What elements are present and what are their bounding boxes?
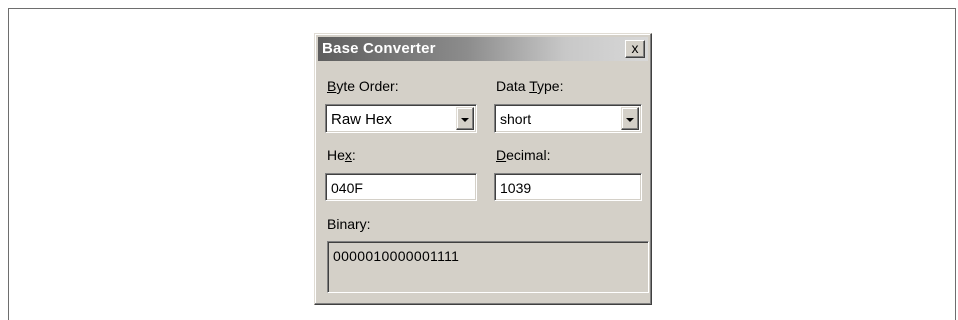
binary-value: 0000010000001111 (333, 248, 460, 264)
close-button[interactable]: x (625, 40, 645, 58)
byte-order-select[interactable]: Raw Hex (325, 104, 477, 133)
decimal-value: 1039 (500, 180, 532, 196)
title-bar[interactable]: Base Converter x (318, 37, 648, 61)
byte-order-label: Byte Order: (327, 78, 399, 94)
data-type-label: Data Type: (496, 78, 564, 94)
decimal-input[interactable]: 1039 (494, 173, 642, 201)
data-type-select[interactable]: short (494, 104, 642, 133)
data-type-value: short (500, 111, 532, 127)
base-converter-dialog: Base Converter x Byte Order: Raw Hex Dat… (314, 33, 652, 305)
binary-output: 0000010000001111 (327, 241, 649, 293)
decimal-label: Decimal: (496, 147, 551, 163)
byte-order-value: Raw Hex (331, 111, 392, 128)
hex-label: Hex: (327, 147, 356, 163)
hex-input[interactable]: 040F (325, 173, 477, 201)
dialog-title: Base Converter (322, 40, 436, 57)
chevron-down-icon[interactable] (456, 107, 474, 130)
binary-label: Binary: (327, 216, 371, 232)
close-icon: x (631, 40, 639, 56)
hex-value: 040F (331, 180, 363, 196)
chevron-down-icon[interactable] (621, 107, 639, 130)
